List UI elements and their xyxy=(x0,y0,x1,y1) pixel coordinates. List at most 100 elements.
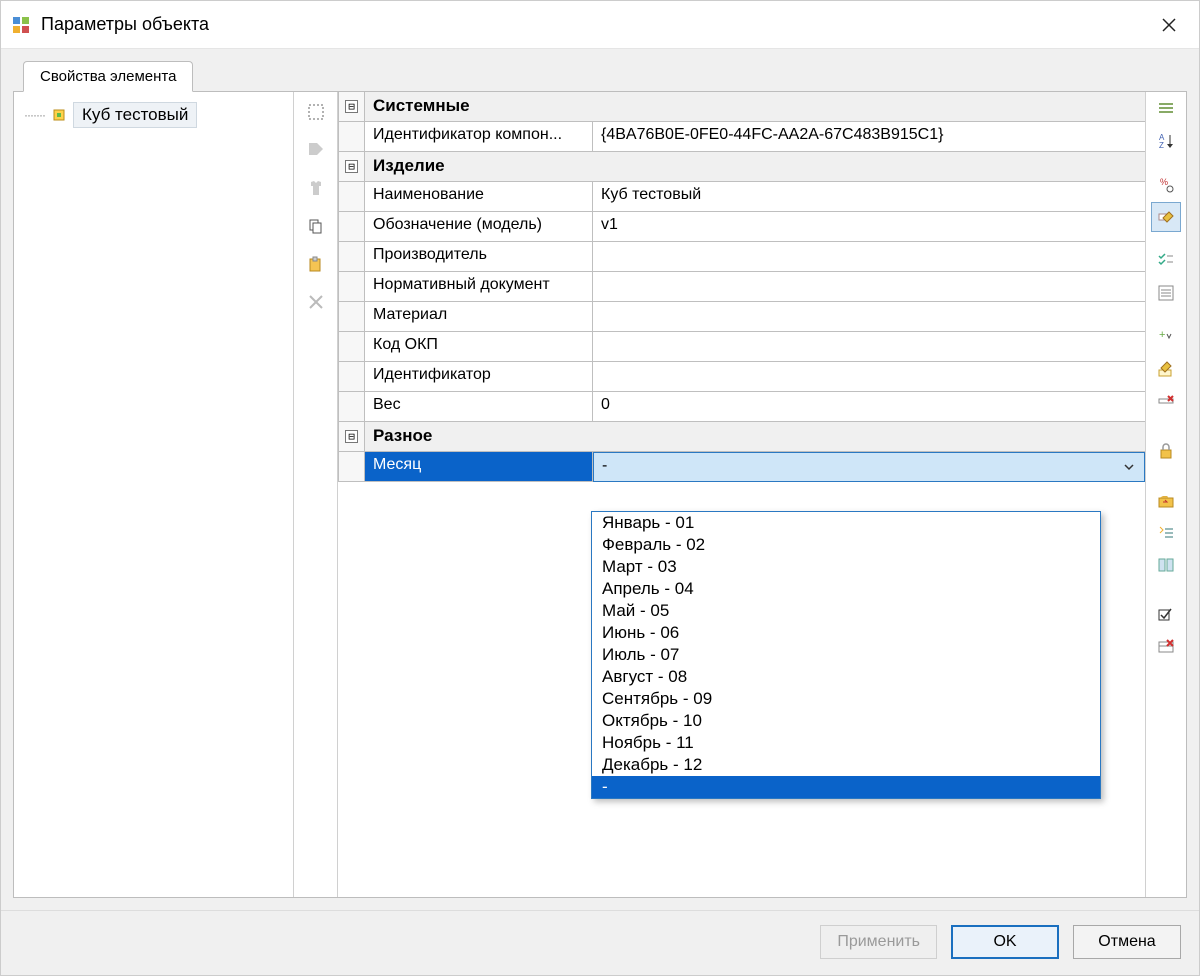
titlebar: Параметры объекта xyxy=(1,1,1199,49)
check-list-icon[interactable] xyxy=(1151,246,1181,276)
prop-key: Идентификатор компон... xyxy=(365,122,593,152)
add-prop-icon[interactable]: + xyxy=(1151,322,1181,352)
dropdown-option[interactable]: Июль - 07 xyxy=(592,644,1100,666)
prop-material[interactable]: Материал xyxy=(338,302,1145,332)
delete-icon xyxy=(300,286,332,318)
svg-text:+: + xyxy=(1159,329,1165,341)
props-pane: ⊟ Системные Идентификатор компон... {4BA… xyxy=(338,92,1186,897)
content-area: ······· Куб тестовый xyxy=(13,91,1187,898)
right-toolbar: AZ % + xyxy=(1146,92,1186,897)
tree-item[interactable]: ······· Куб тестовый xyxy=(20,100,287,130)
prop-value[interactable] xyxy=(593,362,1145,392)
prop-value[interactable]: 0 xyxy=(593,392,1145,422)
folder-arrow-icon[interactable] xyxy=(1151,486,1181,516)
button-bar: Применить OK Отмена xyxy=(1,910,1199,975)
dropdown-option[interactable]: Март - 03 xyxy=(592,556,1100,578)
prop-value-dropdown[interactable]: - xyxy=(593,452,1145,482)
copy-icon[interactable] xyxy=(300,210,332,242)
category-label: Системные xyxy=(365,92,1145,122)
prop-key: Нормативный документ xyxy=(365,272,593,302)
cancel-button[interactable]: Отмена xyxy=(1073,925,1181,959)
apply-button: Применить xyxy=(820,925,937,959)
prop-value[interactable] xyxy=(593,302,1145,332)
cube-icon xyxy=(51,107,67,123)
month-dropdown-list[interactable]: Январь - 01Февраль - 02Март - 03Апрель -… xyxy=(591,511,1101,799)
category-product: ⊟ Изделие xyxy=(338,152,1145,182)
client-area: Свойства элемента ······· Куб тестовый xyxy=(1,49,1199,910)
prop-designation[interactable]: Обозначение (модель) v1 xyxy=(338,212,1145,242)
prop-value[interactable]: {4BA76B0E-0FE0-44FC-AA2A-67C483B915C1} xyxy=(593,122,1145,152)
collapse-system-icon[interactable]: ⊟ xyxy=(345,100,358,113)
left-toolbar xyxy=(294,92,338,897)
dialog-window: Параметры объекта Свойства элемента ····… xyxy=(0,0,1200,976)
prop-value[interactable] xyxy=(593,272,1145,302)
table-x-icon[interactable] xyxy=(1151,632,1181,662)
dropdown-option[interactable]: Февраль - 02 xyxy=(592,534,1100,556)
prop-key: Наименование xyxy=(365,182,593,212)
spark-list-icon[interactable] xyxy=(1151,518,1181,548)
close-button[interactable] xyxy=(1147,9,1191,41)
app-icon xyxy=(9,13,33,37)
pencil-note-icon[interactable] xyxy=(1151,354,1181,384)
category-misc: ⊟ Разное xyxy=(338,422,1145,452)
property-grid: ⊟ Системные Идентификатор компон... {4BA… xyxy=(338,92,1146,897)
prop-component-id[interactable]: Идентификатор компон... {4BA76B0E-0FE0-4… xyxy=(338,122,1145,152)
prop-key: Идентификатор xyxy=(365,362,593,392)
prop-key: Вес xyxy=(365,392,593,422)
lock-icon[interactable] xyxy=(1151,436,1181,466)
prop-month[interactable]: Месяц - xyxy=(338,452,1145,482)
category-label: Изделие xyxy=(365,152,1145,182)
select-icon[interactable] xyxy=(300,96,332,128)
dropdown-option[interactable]: Сентябрь - 09 xyxy=(592,688,1100,710)
prop-okp[interactable]: Код ОКП xyxy=(338,332,1145,362)
tag-icon xyxy=(300,134,332,166)
collapse-misc-icon[interactable]: ⊟ xyxy=(345,430,358,443)
collapse-product-icon[interactable]: ⊟ xyxy=(345,160,358,173)
tree-item-label: Куб тестовый xyxy=(73,102,197,128)
dropdown-selected: - xyxy=(602,457,607,474)
prop-key: Производитель xyxy=(365,242,593,272)
edit-row-icon[interactable] xyxy=(1151,202,1181,232)
sort-az-icon[interactable]: AZ xyxy=(1151,126,1181,156)
prop-normdoc[interactable]: Нормативный документ xyxy=(338,272,1145,302)
ok-button[interactable]: OK xyxy=(951,925,1059,959)
list-box-icon[interactable] xyxy=(1151,278,1181,308)
dropdown-option[interactable]: Апрель - 04 xyxy=(592,578,1100,600)
paste-icon[interactable] xyxy=(300,248,332,280)
prop-identifier[interactable]: Идентификатор xyxy=(338,362,1145,392)
dropdown-option[interactable]: Январь - 01 xyxy=(592,512,1100,534)
dropdown-option[interactable]: Ноябрь - 11 xyxy=(592,732,1100,754)
dropdown-option[interactable]: Декабрь - 12 xyxy=(592,754,1100,776)
dropdown-option[interactable]: - xyxy=(592,776,1100,798)
dropdown-option[interactable]: Август - 08 xyxy=(592,666,1100,688)
prop-manufacturer[interactable]: Производитель xyxy=(338,242,1145,272)
prop-key: Месяц xyxy=(365,452,593,482)
prop-value[interactable]: v1 xyxy=(593,212,1145,242)
prop-value[interactable] xyxy=(593,242,1145,272)
checkbox-pencil-icon[interactable] xyxy=(1151,600,1181,630)
tab-element-properties[interactable]: Свойства элемента xyxy=(23,61,193,92)
tree-pane: ······· Куб тестовый xyxy=(14,92,294,897)
prop-key: Код ОКП xyxy=(365,332,593,362)
remove-red-icon[interactable] xyxy=(1151,386,1181,416)
dropdown-option[interactable]: Май - 05 xyxy=(592,600,1100,622)
categorized-icon[interactable] xyxy=(1151,94,1181,124)
chevron-down-icon[interactable] xyxy=(1120,458,1138,476)
dropdown-option[interactable]: Октябрь - 10 xyxy=(592,710,1100,732)
prop-name[interactable]: Наименование Куб тестовый xyxy=(338,182,1145,212)
window-title: Параметры объекта xyxy=(41,14,1147,35)
category-label: Разное xyxy=(365,422,1145,452)
tabstrip: Свойства элемента xyxy=(13,61,1187,92)
prop-weight[interactable]: Вес 0 xyxy=(338,392,1145,422)
columns-icon[interactable] xyxy=(1151,550,1181,580)
prop-value[interactable] xyxy=(593,332,1145,362)
svg-text:Z: Z xyxy=(1159,141,1164,150)
svg-text:%: % xyxy=(1160,177,1168,187)
prop-key: Обозначение (модель) xyxy=(365,212,593,242)
dropdown-option[interactable]: Июнь - 06 xyxy=(592,622,1100,644)
category-system: ⊟ Системные xyxy=(338,92,1145,122)
tree-connector: ······· xyxy=(24,108,45,122)
shirt-icon xyxy=(300,172,332,204)
prop-value[interactable]: Куб тестовый xyxy=(593,182,1145,212)
plusminus-icon[interactable]: % xyxy=(1151,170,1181,200)
